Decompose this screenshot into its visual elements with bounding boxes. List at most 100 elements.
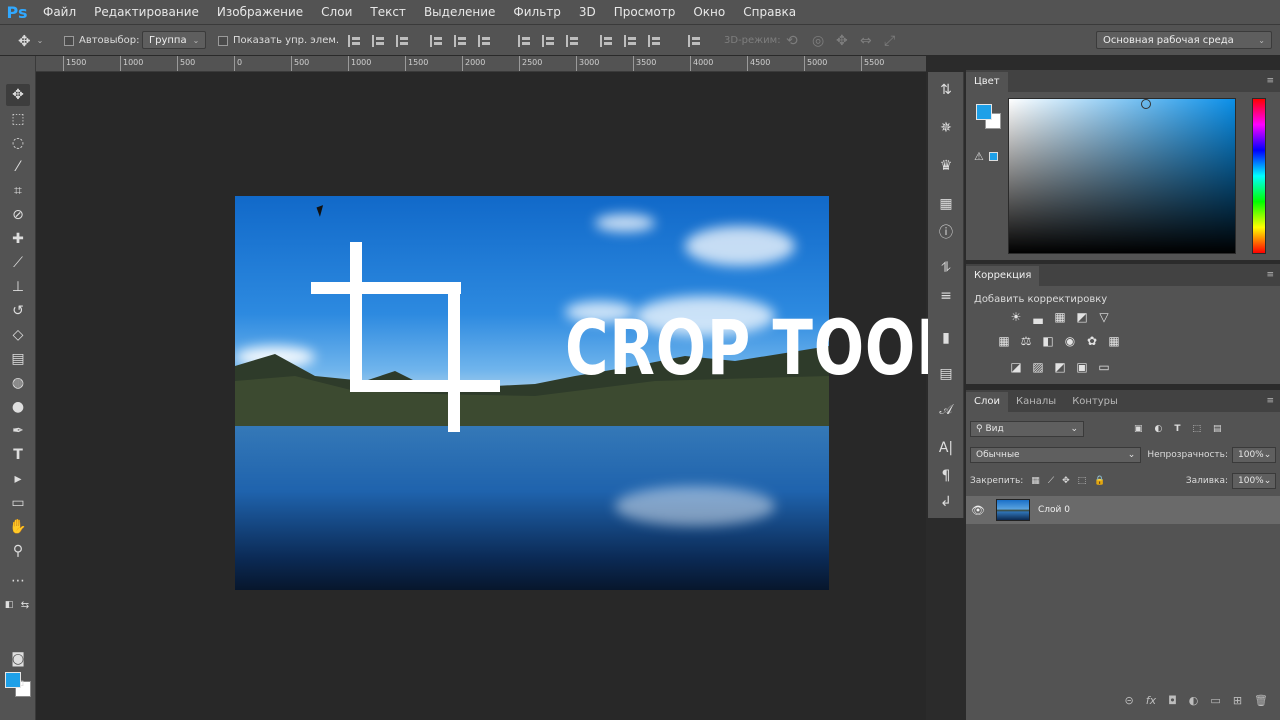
new-adjustment-icon[interactable]: ◐ <box>1189 694 1199 707</box>
gamut-warning-icon[interactable]: ⚠ <box>974 150 984 163</box>
character-styles-panel-icon[interactable]: 𝒜 <box>936 400 956 420</box>
crop-tool-icon[interactable]: ⌗ <box>6 180 30 202</box>
menu-type[interactable]: Текст <box>361 0 415 24</box>
channel-mixer-icon[interactable]: ✿ <box>1084 334 1100 348</box>
pen-tool-icon[interactable]: ✒ <box>6 420 30 442</box>
magic-wand-tool-icon[interactable]: ⁄ <box>6 156 30 178</box>
lock-image-icon[interactable]: ⟋ <box>1048 476 1054 486</box>
foreground-color-swatch[interactable] <box>5 672 21 688</box>
marquee-tool-icon[interactable]: ⬚ <box>6 108 30 130</box>
new-group-icon[interactable]: ▭ <box>1210 694 1220 707</box>
autoselect-checkbox[interactable]: Автовыбор: <box>64 25 139 56</box>
distribute-bottom-icon[interactable] <box>566 35 580 47</box>
default-colors-icon[interactable]: ◧ <box>2 594 16 616</box>
show-controls-checkbox[interactable]: Показать упр. элем. <box>218 25 339 56</box>
lasso-tool-icon[interactable]: ◌ <box>6 132 30 154</box>
menu-help[interactable]: Справка <box>734 0 805 24</box>
panel-menu-icon[interactable]: ≡ <box>1266 270 1274 280</box>
lock-artboard-icon[interactable]: ⬚ <box>1078 476 1087 486</box>
posterize-icon[interactable]: ▨ <box>1030 360 1046 374</box>
drag-3d-icon[interactable]: ✥ <box>836 25 848 56</box>
gradient-map-icon[interactable]: ▭ <box>1096 360 1112 374</box>
history-panel-icon[interactable]: ⇅ <box>936 80 956 100</box>
lock-transparent-icon[interactable]: ▦ <box>1031 476 1040 486</box>
blur-tool-icon[interactable]: ◍ <box>6 372 30 394</box>
path-selection-tool-icon[interactable]: ▸ <box>6 468 30 490</box>
filter-shape-icon[interactable]: ⬚ <box>1193 424 1202 434</box>
black-white-icon[interactable]: ◧ <box>1040 334 1056 348</box>
align-bottom-icon[interactable] <box>396 35 410 47</box>
invert-icon[interactable]: ◪ <box>1008 360 1024 374</box>
more-tools-icon[interactable]: ⋯ <box>6 570 30 592</box>
auto-align-icon[interactable] <box>688 35 702 47</box>
tab-channels[interactable]: Каналы <box>1008 392 1064 412</box>
properties-panel-icon[interactable]: ⓘ <box>936 222 956 242</box>
delete-layer-icon[interactable]: 🗑 <box>1254 694 1268 707</box>
menu-filter[interactable]: Фильтр <box>504 0 569 24</box>
selective-color-icon[interactable]: ▣ <box>1074 360 1090 374</box>
distribute-left-icon[interactable] <box>600 35 614 47</box>
zoom-tool-icon[interactable]: ⚲ <box>6 540 30 562</box>
swap-colors-icon[interactable]: ⇆ <box>18 594 32 616</box>
distribute-right-icon[interactable] <box>648 35 662 47</box>
brush-tool-icon[interactable]: ⟋ <box>6 252 30 274</box>
history-brush-tool-icon[interactable]: ↺ <box>6 300 30 322</box>
distribute-top-icon[interactable] <box>518 35 532 47</box>
scale-3d-icon[interactable]: ⤢ <box>884 25 895 56</box>
gradient-tool-icon[interactable]: ▤ <box>6 348 30 370</box>
menu-layers[interactable]: Слои <box>312 0 361 24</box>
lock-position-icon[interactable]: ✥ <box>1062 476 1070 486</box>
quick-mask-icon[interactable]: ◙ <box>6 648 30 670</box>
brush-presets-panel-icon[interactable]: ⥮ <box>936 258 956 278</box>
curves-icon[interactable]: ▦ <box>1052 310 1068 324</box>
filter-type-icon[interactable]: T <box>1174 424 1180 434</box>
eyedropper-tool-icon[interactable]: ⊘ <box>6 204 30 226</box>
tab-adjustments[interactable]: Коррекция <box>966 266 1040 286</box>
panel-menu-icon[interactable]: ≡ <box>1266 396 1274 406</box>
move-tool-icon[interactable]: ✥ ⌄ <box>18 25 43 56</box>
tab-layers[interactable]: Слои <box>966 392 1008 412</box>
navigator-panel-icon[interactable]: ✵ <box>936 118 956 138</box>
menu-3d[interactable]: 3D <box>570 0 605 24</box>
layer-row[interactable]: 👁 Слой 0 <box>966 496 1280 524</box>
lock-all-icon[interactable]: 🔒 <box>1094 476 1105 486</box>
gamut-color-swatch[interactable] <box>989 152 998 161</box>
tab-paths[interactable]: Контуры <box>1064 392 1126 412</box>
type-tool-icon[interactable]: T <box>6 444 30 466</box>
document-image[interactable] <box>235 196 829 590</box>
menu-file[interactable]: Файл <box>34 0 85 24</box>
color-foreground-swatch[interactable] <box>976 104 992 120</box>
info-panel-icon[interactable]: ▦ <box>936 194 956 214</box>
character-panel-icon[interactable]: A| <box>936 438 956 458</box>
paragraph-panel-icon[interactable]: ¶ <box>936 466 956 486</box>
distribute-hcenter-icon[interactable] <box>624 35 638 47</box>
layer-style-icon[interactable]: fx <box>1146 694 1156 707</box>
vibrance-icon[interactable]: ▽ <box>1096 310 1112 324</box>
dodge-tool-icon[interactable]: ● <box>6 396 30 418</box>
menu-select[interactable]: Выделение <box>415 0 504 24</box>
tool-presets-panel-icon[interactable]: ▤ <box>936 364 956 384</box>
tab-color[interactable]: Цвет <box>966 72 1008 92</box>
brush-panel-icon[interactable]: ≡ <box>936 286 956 306</box>
filter-smart-object-icon[interactable]: ▤ <box>1213 424 1222 434</box>
clone-stamp-tool-icon[interactable]: ⊥ <box>6 276 30 298</box>
visibility-eye-icon[interactable]: 👁 <box>966 504 990 517</box>
hue-slider[interactable] <box>1252 98 1266 254</box>
threshold-icon[interactable]: ◩ <box>1052 360 1068 374</box>
healing-brush-tool-icon[interactable]: ✚ <box>6 228 30 250</box>
move-tool-icon[interactable]: ✥ <box>6 84 30 106</box>
menu-window[interactable]: Окно <box>684 0 734 24</box>
fill-field[interactable]: 100% ⌄ <box>1232 473 1276 489</box>
align-right-icon[interactable] <box>478 35 492 47</box>
align-hcenter-icon[interactable] <box>454 35 468 47</box>
menu-edit[interactable]: Редактирование <box>85 0 208 24</box>
new-layer-icon[interactable]: ⊞ <box>1233 694 1242 707</box>
glyphs-panel-icon[interactable]: ↲ <box>936 492 956 512</box>
photo-filter-icon[interactable]: ◉ <box>1062 334 1078 348</box>
align-top-icon[interactable] <box>348 35 362 47</box>
menu-view[interactable]: Просмотр <box>605 0 685 24</box>
filter-adjustment-icon[interactable]: ◐ <box>1155 424 1163 434</box>
levels-icon[interactable]: ▃ <box>1030 310 1046 324</box>
link-layers-icon[interactable]: ⊝ <box>1124 694 1133 707</box>
color-field[interactable] <box>1008 98 1236 254</box>
